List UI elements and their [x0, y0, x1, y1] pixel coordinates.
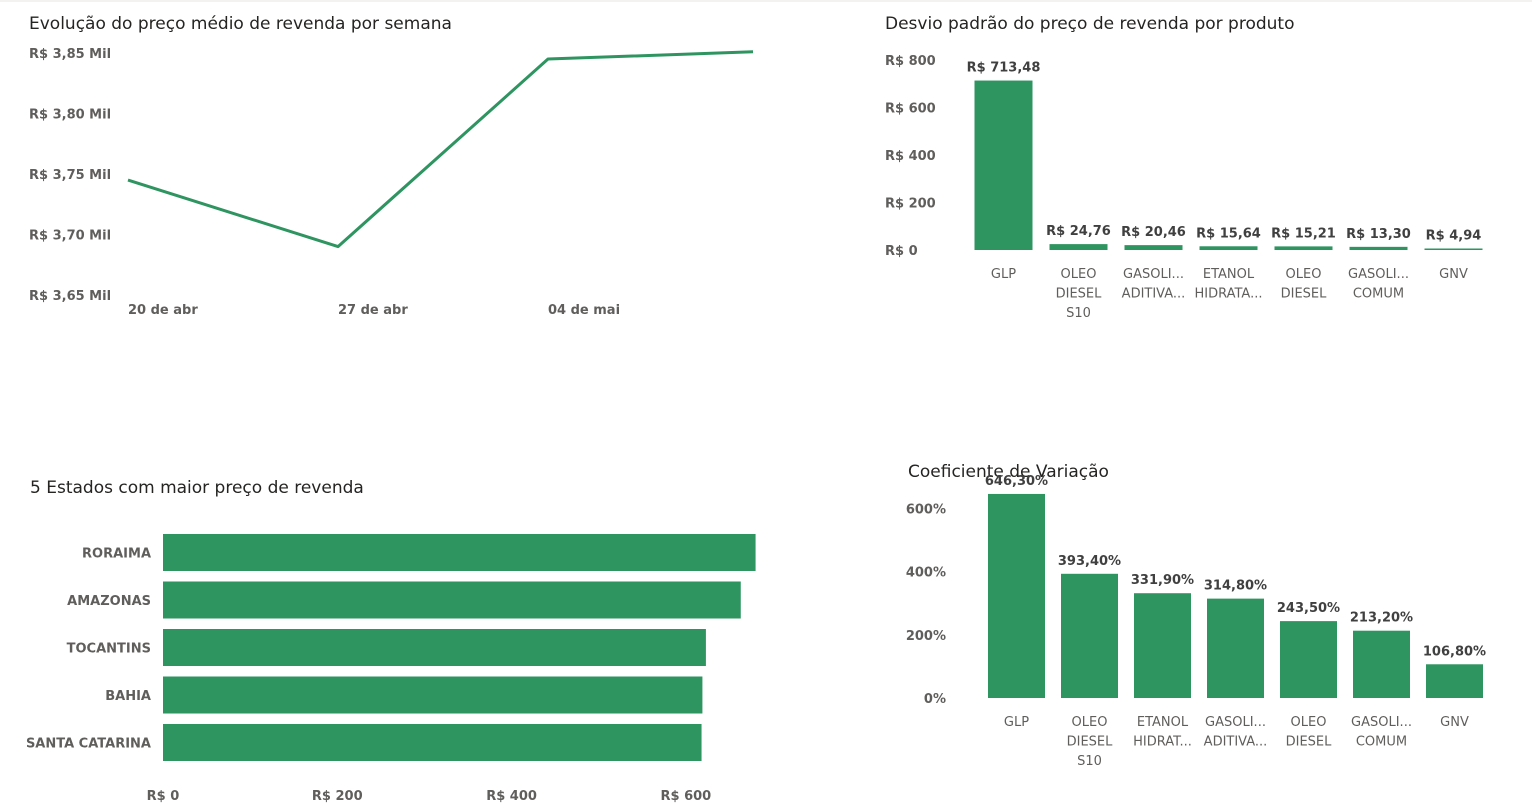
category-label: GLP	[991, 267, 1016, 282]
data-label: R$ 20,46	[1121, 225, 1186, 240]
category-label: HIDRAT...	[1133, 735, 1192, 750]
y-tick-label: 600%	[906, 503, 946, 518]
bar	[1134, 593, 1191, 698]
bar	[1199, 246, 1258, 250]
bar	[1124, 245, 1183, 250]
x-tick-label: 27 de abr	[338, 303, 408, 318]
x-tick-label: R$ 0	[147, 789, 180, 804]
category-label: DIESEL	[1056, 287, 1103, 302]
bar	[1349, 246, 1408, 250]
category-label: GASOLI...	[1205, 715, 1266, 730]
bar	[1280, 621, 1337, 698]
category-label: DIESEL	[1286, 735, 1333, 750]
bar	[163, 676, 703, 714]
states-chart-panel: 5 Estados com maior preço de revenda ROR…	[0, 460, 800, 812]
category-label: GNV	[1440, 715, 1469, 730]
std-bar-chart: R$ 0 R$ 200 R$ 400 R$ 600 R$ 800 R$ 713,48 GLP…	[885, 54, 1483, 321]
y-tick-label: R$ 200	[885, 197, 936, 212]
category-label: DIESEL	[1281, 287, 1328, 302]
category-label: S10	[1066, 306, 1091, 321]
price-series-line	[127, 50, 754, 249]
bar	[163, 581, 741, 619]
y-tick-label: R$ 0	[885, 244, 918, 259]
y-tick-label: 0%	[924, 692, 946, 707]
data-label: 243,50%	[1277, 601, 1340, 616]
bar	[1207, 598, 1264, 698]
category-label: GASOLI...	[1351, 715, 1412, 730]
bar	[1424, 248, 1483, 250]
data-label: R$ 13,30	[1346, 227, 1411, 242]
y-tick-label: 200%	[906, 629, 946, 644]
category-label: COMUM	[1353, 287, 1404, 302]
bar	[163, 629, 706, 666]
bar	[988, 493, 1045, 698]
category-label: GASOLI...	[1123, 267, 1184, 282]
data-label: 393,40%	[1058, 554, 1121, 569]
x-tick-label: 04 de mai	[548, 303, 620, 318]
category-label: OLEO	[1291, 715, 1327, 730]
category-label: RORAIMA	[82, 547, 151, 562]
category-label: GLP	[1004, 715, 1029, 730]
category-label: COMUM	[1356, 735, 1407, 750]
states-bar-chart: RORAIMA AMAZONAS TOCANTINS BAHIA SANTA CATAR…	[26, 534, 756, 804]
y-tick-label: R$ 3,75 Mil	[29, 168, 111, 183]
data-label: 106,80%	[1423, 644, 1486, 659]
data-label: R$ 713,48	[967, 61, 1041, 76]
bar	[1353, 630, 1410, 698]
std-chart-panel: Desvio padrão do preço de revenda por pr…	[860, 0, 1532, 340]
bar	[1426, 664, 1483, 698]
category-label: OLEO	[1072, 715, 1108, 730]
category-label: DIESEL	[1067, 735, 1114, 750]
category-label: AMAZONAS	[67, 594, 151, 609]
x-tick-label: R$ 400	[486, 789, 537, 804]
x-tick-label: 20 de abr	[128, 303, 198, 318]
category-label: SANTA CATARINA	[26, 737, 151, 752]
y-tick-label: R$ 3,85 Mil	[29, 47, 111, 62]
category-label: S10	[1077, 754, 1102, 769]
bar	[1274, 246, 1333, 250]
x-tick-label: R$ 600	[660, 789, 711, 804]
cv-chart-panel: Coeficiente de Variação 0% 200% 400% 600% 64…	[880, 450, 1532, 812]
bar	[163, 534, 756, 571]
y-tick-label: R$ 3,80 Mil	[29, 108, 111, 123]
data-label: 213,20%	[1350, 611, 1413, 626]
y-tick-label: 400%	[906, 566, 946, 581]
category-label: ETANOL	[1203, 267, 1255, 282]
category-label: ADITIVA...	[1204, 735, 1268, 750]
category-label: OLEO	[1286, 267, 1322, 282]
data-label: 331,90%	[1131, 573, 1194, 588]
bar	[1061, 573, 1118, 698]
data-label: 314,80%	[1204, 579, 1267, 594]
category-label: ADITIVA...	[1122, 287, 1186, 302]
cv-bar-chart: 0% 200% 400% 600% 646,30% GLP 393,40% OLEO DIESE…	[906, 474, 1486, 769]
data-label: R$ 24,76	[1046, 224, 1111, 239]
y-tick-label: R$ 600	[885, 102, 936, 117]
bar	[974, 80, 1033, 251]
bar	[1049, 244, 1108, 250]
data-label: R$ 15,21	[1271, 226, 1336, 241]
data-label: R$ 15,64	[1196, 226, 1261, 241]
category-label: BAHIA	[105, 689, 151, 704]
data-label: 646,30%	[985, 474, 1048, 489]
category-label: GNV	[1439, 267, 1468, 282]
x-tick-label: R$ 200	[312, 789, 363, 804]
line-chart: R$ 3,65 Mil R$ 3,70 Mil R$ 3,75 Mil R$ 3,80…	[29, 47, 754, 318]
category-label: GASOLI...	[1348, 267, 1409, 282]
category-label: OLEO	[1061, 267, 1097, 282]
y-tick-label: R$ 400	[885, 149, 936, 164]
y-tick-label: R$ 3,65 Mil	[29, 289, 111, 304]
line-chart-panel: Evolução do preço médio de revenda por s…	[0, 0, 800, 340]
category-label: TOCANTINS	[67, 642, 151, 657]
data-label: R$ 4,94	[1426, 229, 1482, 244]
y-tick-label: R$ 800	[885, 54, 936, 69]
y-tick-label: R$ 3,70 Mil	[29, 229, 111, 244]
bar	[163, 724, 702, 761]
category-label: HIDRATA...	[1194, 287, 1262, 302]
category-label: ETANOL	[1137, 715, 1189, 730]
